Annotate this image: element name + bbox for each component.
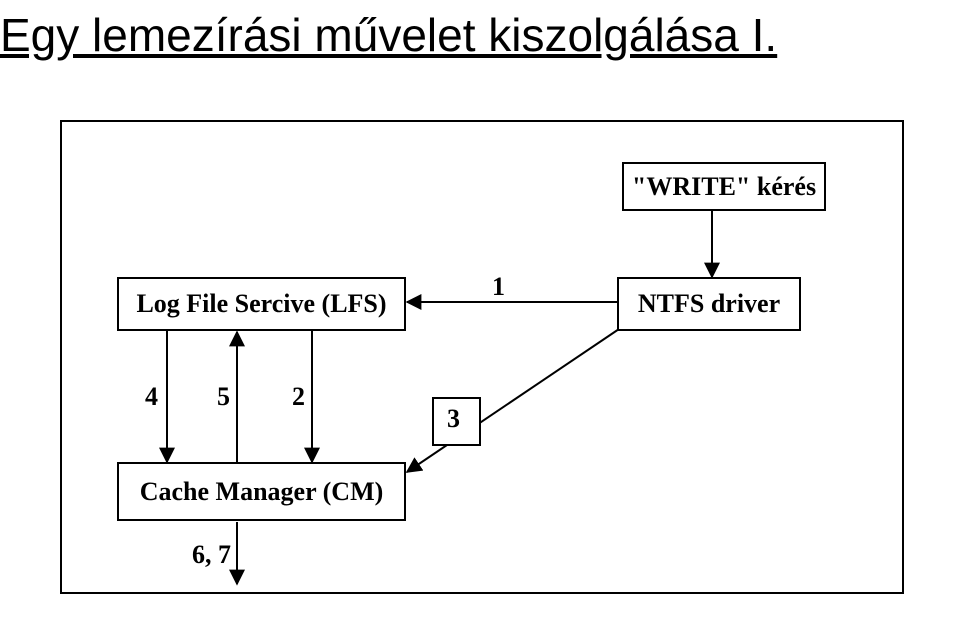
label-5: 5 (217, 382, 230, 412)
label-4: 4 (145, 382, 158, 412)
diagram-frame: "WRITE" kérés Log File Sercive (LFS) NTF… (60, 120, 904, 594)
page-title: Egy lemezírási művelet kiszolgálása I. (0, 8, 777, 62)
label-6-7: 6, 7 (192, 540, 231, 570)
label-3: 3 (447, 404, 460, 434)
write-request-box: "WRITE" kérés (622, 162, 826, 211)
lfs-box: Log File Sercive (LFS) (117, 277, 406, 331)
ntfs-driver-box: NTFS driver (617, 277, 801, 331)
cache-manager-box: Cache Manager (CM) (117, 462, 406, 521)
label-1: 1 (492, 272, 505, 302)
label-2: 2 (292, 382, 305, 412)
